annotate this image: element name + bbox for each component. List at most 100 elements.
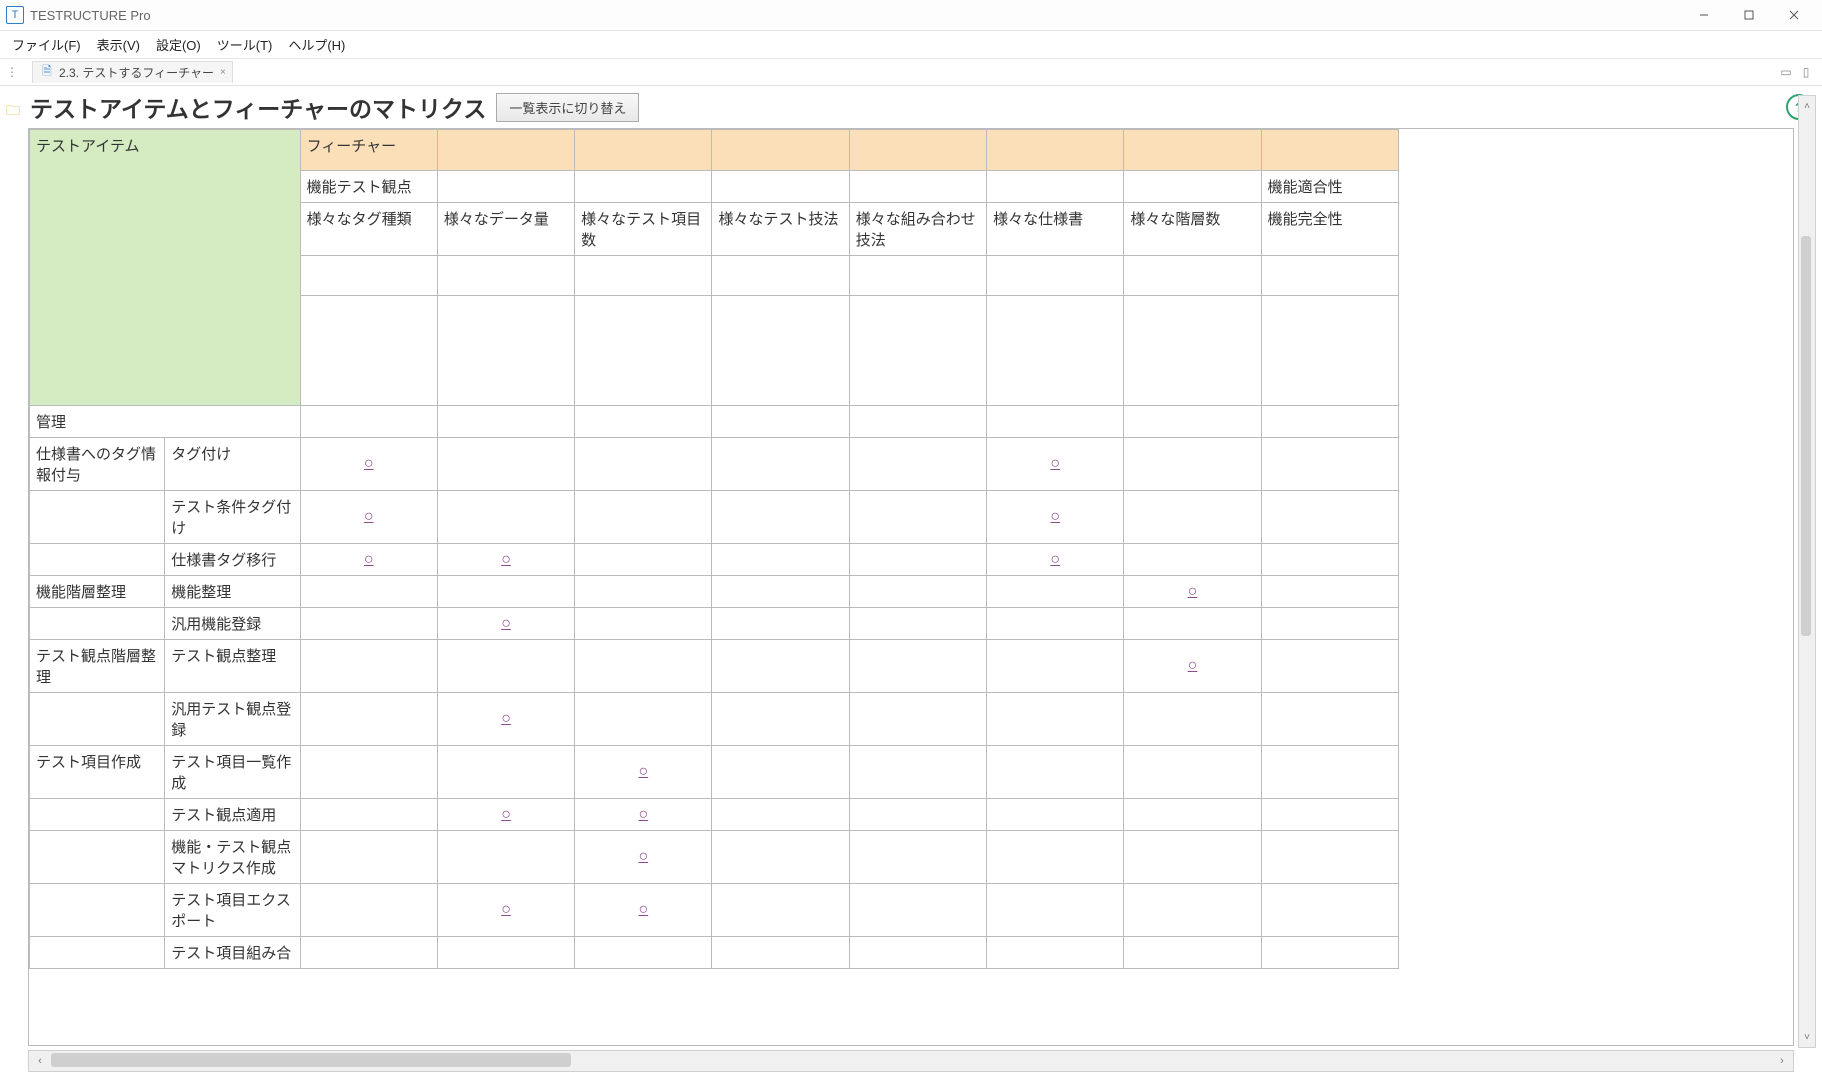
scroll-down-arrow-icon[interactable]: ˅ <box>1799 1027 1815 1047</box>
scroll-thumb[interactable] <box>51 1053 571 1067</box>
mark-cell <box>437 491 574 544</box>
mark-cell[interactable]: ○ <box>575 831 712 884</box>
mark-cell <box>300 746 437 799</box>
menu-view[interactable]: 表示(V) <box>91 33 146 56</box>
mark-cell <box>437 831 574 884</box>
scroll-right-arrow-icon[interactable]: › <box>1771 1051 1793 1071</box>
circle-mark-icon[interactable]: ○ <box>364 455 374 472</box>
category-cell: 管理 <box>30 406 301 438</box>
spacer-cell <box>1124 256 1261 296</box>
menu-help[interactable]: ヘルプ(H) <box>282 33 351 56</box>
circle-mark-icon[interactable]: ○ <box>501 615 511 632</box>
mark-cell[interactable]: ○ <box>987 438 1124 491</box>
test-item-header-label: テストアイテム <box>36 138 140 155</box>
circle-mark-icon[interactable]: ○ <box>364 508 374 525</box>
circle-mark-icon[interactable]: ○ <box>501 806 511 823</box>
category-cell <box>30 799 165 831</box>
circle-mark-icon[interactable]: ○ <box>638 763 648 780</box>
mark-cell[interactable]: ○ <box>987 544 1124 576</box>
circle-mark-icon[interactable]: ○ <box>501 901 511 918</box>
restore-view-icon[interactable]: ▭ <box>1778 64 1794 80</box>
feature-header-cell <box>437 130 574 171</box>
folder-icon[interactable]: 🗀 <box>6 100 20 124</box>
mark-cell[interactable]: ○ <box>437 608 574 640</box>
circle-mark-icon[interactable]: ○ <box>501 551 511 568</box>
mark-cell <box>712 544 849 576</box>
scroll-up-arrow-icon[interactable]: ˄ <box>1799 96 1815 116</box>
mark-cell[interactable]: ○ <box>1124 576 1261 608</box>
dock-view-icon[interactable]: ▯ <box>1798 64 1814 80</box>
column-header: 様々な階層数 <box>1124 203 1261 256</box>
maximize-button[interactable] <box>1726 1 1771 29</box>
mark-cell[interactable]: ○ <box>437 884 574 937</box>
mark-cell <box>849 438 986 491</box>
mark-cell <box>849 799 986 831</box>
mark-cell[interactable]: ○ <box>575 884 712 937</box>
mark-cell <box>1261 608 1398 640</box>
mark-cell <box>575 544 712 576</box>
column-header: 様々な仕様書 <box>987 203 1124 256</box>
mark-cell <box>1124 491 1261 544</box>
circle-mark-icon[interactable]: ○ <box>364 551 374 568</box>
circle-mark-icon[interactable]: ○ <box>1050 551 1060 568</box>
tab-tested-features[interactable]: 🗎 2.3. テストするフィーチャー × <box>32 61 233 83</box>
circle-mark-icon[interactable]: ○ <box>1188 583 1198 600</box>
mark-cell <box>987 640 1124 693</box>
mark-cell <box>712 438 849 491</box>
mark-cell[interactable]: ○ <box>575 746 712 799</box>
horizontal-scrollbar[interactable]: ‹ › <box>28 1050 1794 1072</box>
scroll-track[interactable] <box>1799 116 1815 1027</box>
mark-cell <box>575 406 712 438</box>
mark-cell <box>1261 884 1398 937</box>
mark-cell <box>987 608 1124 640</box>
table-row: 管理 <box>30 406 1399 438</box>
mark-cell[interactable]: ○ <box>437 693 574 746</box>
mark-cell <box>1261 576 1398 608</box>
subcategory-cell: タグ付け <box>165 438 300 491</box>
circle-mark-icon[interactable]: ○ <box>638 848 648 865</box>
subcategory-cell: テスト観点整理 <box>165 640 300 693</box>
mark-cell <box>849 640 986 693</box>
minimize-button[interactable] <box>1681 1 1726 29</box>
toggle-view-button[interactable]: 一覧表示に切り替え <box>496 93 639 122</box>
circle-mark-icon[interactable]: ○ <box>1188 657 1198 674</box>
scroll-thumb[interactable] <box>1801 236 1811 636</box>
mark-cell <box>1261 406 1398 438</box>
scroll-left-arrow-icon[interactable]: ‹ <box>29 1051 51 1071</box>
mark-cell[interactable]: ○ <box>300 438 437 491</box>
subcategory-cell: テスト条件タグ付け <box>165 491 300 544</box>
circle-mark-icon[interactable]: ○ <box>1050 508 1060 525</box>
circle-mark-icon[interactable]: ○ <box>1050 455 1060 472</box>
mark-cell <box>1261 544 1398 576</box>
subcategory-cell: テスト項目エクスポート <box>165 884 300 937</box>
column-header-label: 様々な組み合わせ技法 <box>856 211 976 249</box>
mark-cell <box>575 937 712 969</box>
circle-mark-icon[interactable]: ○ <box>638 901 648 918</box>
mark-cell[interactable]: ○ <box>437 544 574 576</box>
mark-cell[interactable]: ○ <box>987 491 1124 544</box>
menu-file[interactable]: ファイル(F) <box>6 33 87 56</box>
mark-cell[interactable]: ○ <box>1124 640 1261 693</box>
menubar: ファイル(F) 表示(V) 設定(O) ツール(T) ヘルプ(H) <box>0 31 1822 59</box>
column-header-label: 様々な仕様書 <box>993 211 1083 228</box>
circle-mark-icon[interactable]: ○ <box>638 806 648 823</box>
menu-tools[interactable]: ツール(T) <box>211 33 279 56</box>
mark-cell <box>712 831 849 884</box>
mark-cell <box>849 491 986 544</box>
column-header-label: 様々なタグ種類 <box>307 211 412 228</box>
mark-cell[interactable]: ○ <box>437 799 574 831</box>
mark-cell <box>987 576 1124 608</box>
feature-header-cell <box>575 130 712 171</box>
scroll-track[interactable] <box>51 1051 1771 1071</box>
subcategory-cell: 汎用テスト観点登録 <box>165 693 300 746</box>
content: テストアイテムとフィーチャーのマトリクス 一覧表示に切り替え ? <box>0 86 1822 1078</box>
vertical-scrollbar[interactable]: ˄ ˅ <box>1798 95 1816 1048</box>
mark-cell[interactable]: ○ <box>575 799 712 831</box>
mark-cell[interactable]: ○ <box>300 491 437 544</box>
close-button[interactable] <box>1771 1 1816 29</box>
mark-cell[interactable]: ○ <box>300 544 437 576</box>
close-icon[interactable]: × <box>220 67 226 78</box>
sidebar-toggle-icon[interactable]: ⋮ <box>4 64 20 80</box>
circle-mark-icon[interactable]: ○ <box>501 710 511 727</box>
menu-settings[interactable]: 設定(O) <box>150 33 207 56</box>
